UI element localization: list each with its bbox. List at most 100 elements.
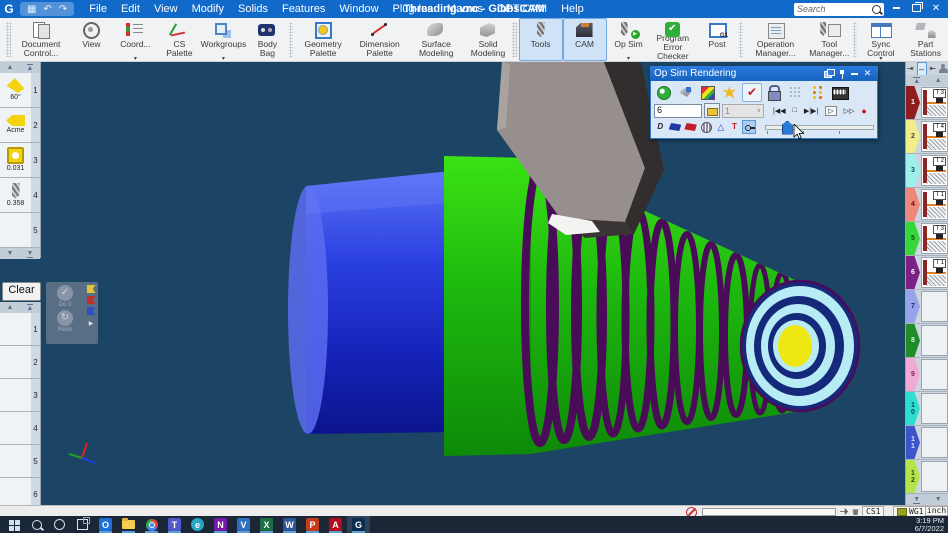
save-icon[interactable]: ▦	[27, 4, 36, 15]
op-number-hex[interactable]: 3	[906, 154, 920, 187]
stock-display-icon[interactable]	[669, 123, 682, 131]
speed-input[interactable]: 6	[654, 104, 702, 118]
tool-tile[interactable]: 0.031 3	[0, 143, 40, 178]
redo-button[interactable]: ↻	[57, 310, 73, 326]
toolbar-button[interactable]: Document Control...	[13, 18, 70, 61]
taskbar-app[interactable]	[25, 516, 48, 533]
operation-row[interactable]: 10	[906, 392, 948, 426]
fast-forward-button[interactable]: ▷▷	[844, 107, 855, 115]
scroll-up-icon[interactable]: ▲	[935, 77, 942, 84]
op-sim-title-bar[interactable]: Op Sim Rendering ✕	[650, 66, 878, 81]
toolbar-button[interactable]: Coord...	[113, 18, 157, 61]
operation-row[interactable]: 4 T 1	[906, 188, 948, 222]
operation-row[interactable]: 1 T 3	[906, 86, 948, 120]
red-flag-icon[interactable]	[87, 296, 96, 304]
menu-item[interactable]: Modify	[185, 0, 231, 18]
toolpath-text-icon[interactable]: T	[728, 121, 741, 133]
operation-row[interactable]: 6 T 1	[906, 256, 948, 290]
menu-item[interactable]: View	[147, 0, 185, 18]
close-icon[interactable]: ✕	[861, 68, 874, 79]
op-tree-icon[interactable]	[786, 83, 806, 102]
machine-key-icon[interactable]	[742, 120, 757, 134]
toolbar-button[interactable]: Tool Manager...	[806, 18, 853, 61]
collapse-top-icon[interactable]: ▲	[27, 304, 34, 312]
taskbar-app[interactable]: N	[209, 516, 232, 533]
op-tool-tile[interactable]: T 1	[921, 189, 948, 220]
blue-flag-icon[interactable]	[87, 307, 96, 315]
stop-button[interactable]: □	[793, 107, 797, 114]
folder-up-icon[interactable]	[704, 103, 720, 118]
op-tool-tile[interactable]	[921, 393, 948, 424]
collapse-top-icon[interactable]: ▲	[27, 64, 34, 72]
taskbar-app[interactable]: G	[347, 516, 370, 533]
menu-item[interactable]: Features	[275, 0, 332, 18]
toolbar-button[interactable]: Post	[695, 18, 739, 61]
toolbar-button[interactable]: Tools	[519, 18, 563, 61]
do-it-button[interactable]: ✓	[57, 285, 73, 301]
collapse-bottom-icon[interactable]: ▼	[913, 496, 920, 504]
op-tool-tile[interactable]: T 2	[921, 155, 948, 186]
fixture-display-icon[interactable]	[684, 123, 697, 131]
op-number-hex[interactable]: 12	[906, 460, 920, 493]
toolbar-button[interactable]: Surface Modeling	[408, 18, 464, 61]
operation-slot[interactable]: 4	[0, 412, 40, 445]
op-tool-tile[interactable]: T 3	[921, 223, 948, 254]
menu-item[interactable]: Solids	[231, 0, 275, 18]
menu-item[interactable]: Plug-Ins	[386, 0, 440, 18]
taskbar-app[interactable]	[2, 516, 25, 533]
yellow-flag-icon[interactable]	[87, 285, 96, 293]
sync-end-icon[interactable]: ⇥	[907, 63, 914, 75]
op-tool-tile[interactable]: T 4	[921, 121, 948, 152]
tool-tile[interactable]: Acme 2	[0, 108, 40, 143]
menu-item[interactable]: Window	[332, 0, 385, 18]
minimize-button[interactable]	[888, 0, 904, 18]
taskbar-app[interactable]: W	[278, 516, 301, 533]
film-record-icon[interactable]	[830, 83, 850, 102]
op-number-hex[interactable]: 11	[906, 426, 920, 459]
unit-indicator[interactable]: inch	[925, 506, 948, 516]
sync-both-icon[interactable]: ↔	[917, 62, 927, 76]
search-input[interactable]: Search	[794, 3, 884, 16]
op-number-hex[interactable]: 10	[906, 392, 920, 425]
taskbar-app[interactable]: T	[163, 516, 186, 533]
status-dots-icon[interactable]	[808, 83, 828, 102]
cascade-windows-icon[interactable]	[822, 68, 835, 79]
sim-progress-slider[interactable]	[765, 121, 874, 134]
toolbar-button[interactable]: CAM	[563, 18, 607, 61]
taskbar-app[interactable]: X	[255, 516, 278, 533]
scroll-down-icon[interactable]: ▼	[7, 250, 14, 257]
op-tool-tile[interactable]: T 3	[921, 87, 948, 118]
menu-item[interactable]: OPTICAM	[490, 0, 554, 18]
toolbar-button[interactable]: Operation Manager...	[745, 18, 806, 61]
world-icon[interactable]	[654, 83, 674, 102]
operation-row[interactable]: 2 T 4	[906, 120, 948, 154]
clear-button[interactable]: Clear	[2, 282, 41, 301]
taskbar-app[interactable]: e	[186, 516, 209, 533]
toolbar-button[interactable]: Workgroups	[201, 18, 245, 61]
op-number-hex[interactable]: 2	[906, 120, 920, 153]
op-tool-tile[interactable]	[921, 461, 948, 492]
taskbar-app[interactable]: P	[301, 516, 324, 533]
operation-row[interactable]: 11	[906, 426, 948, 460]
menu-item[interactable]: Edit	[114, 0, 147, 18]
color-settings-icon[interactable]	[698, 83, 718, 102]
op-number-hex[interactable]: 8	[906, 324, 920, 357]
toolbar-button[interactable]: Program Error Checker	[651, 18, 696, 61]
op-number-hex[interactable]: 9	[906, 358, 920, 391]
op-number-hex[interactable]: 1	[906, 86, 920, 119]
undo-icon[interactable]: ↶	[43, 4, 51, 15]
op-number-hex[interactable]: 5	[906, 222, 920, 255]
tool-tile[interactable]: 0.358 4	[0, 178, 40, 213]
taskbar-app[interactable]: V	[232, 516, 255, 533]
toolbar-button[interactable]: Dimension Palette	[351, 18, 409, 61]
close-button[interactable]: ✕	[928, 0, 944, 18]
toolbar-button[interactable]: Geometry Palette	[295, 18, 351, 61]
menu-item[interactable]: File	[82, 0, 114, 18]
taskbar-app[interactable]: O	[94, 516, 117, 533]
step-button[interactable]: ▶|▶|	[804, 107, 818, 115]
operation-slot[interactable]: 5	[0, 445, 40, 478]
operator-icon[interactable]	[939, 64, 948, 74]
scroll-down-icon[interactable]: ▼	[935, 496, 942, 503]
operation-slot[interactable]: 1	[0, 313, 40, 346]
toolbar-button[interactable]: Body Bag	[245, 18, 289, 61]
